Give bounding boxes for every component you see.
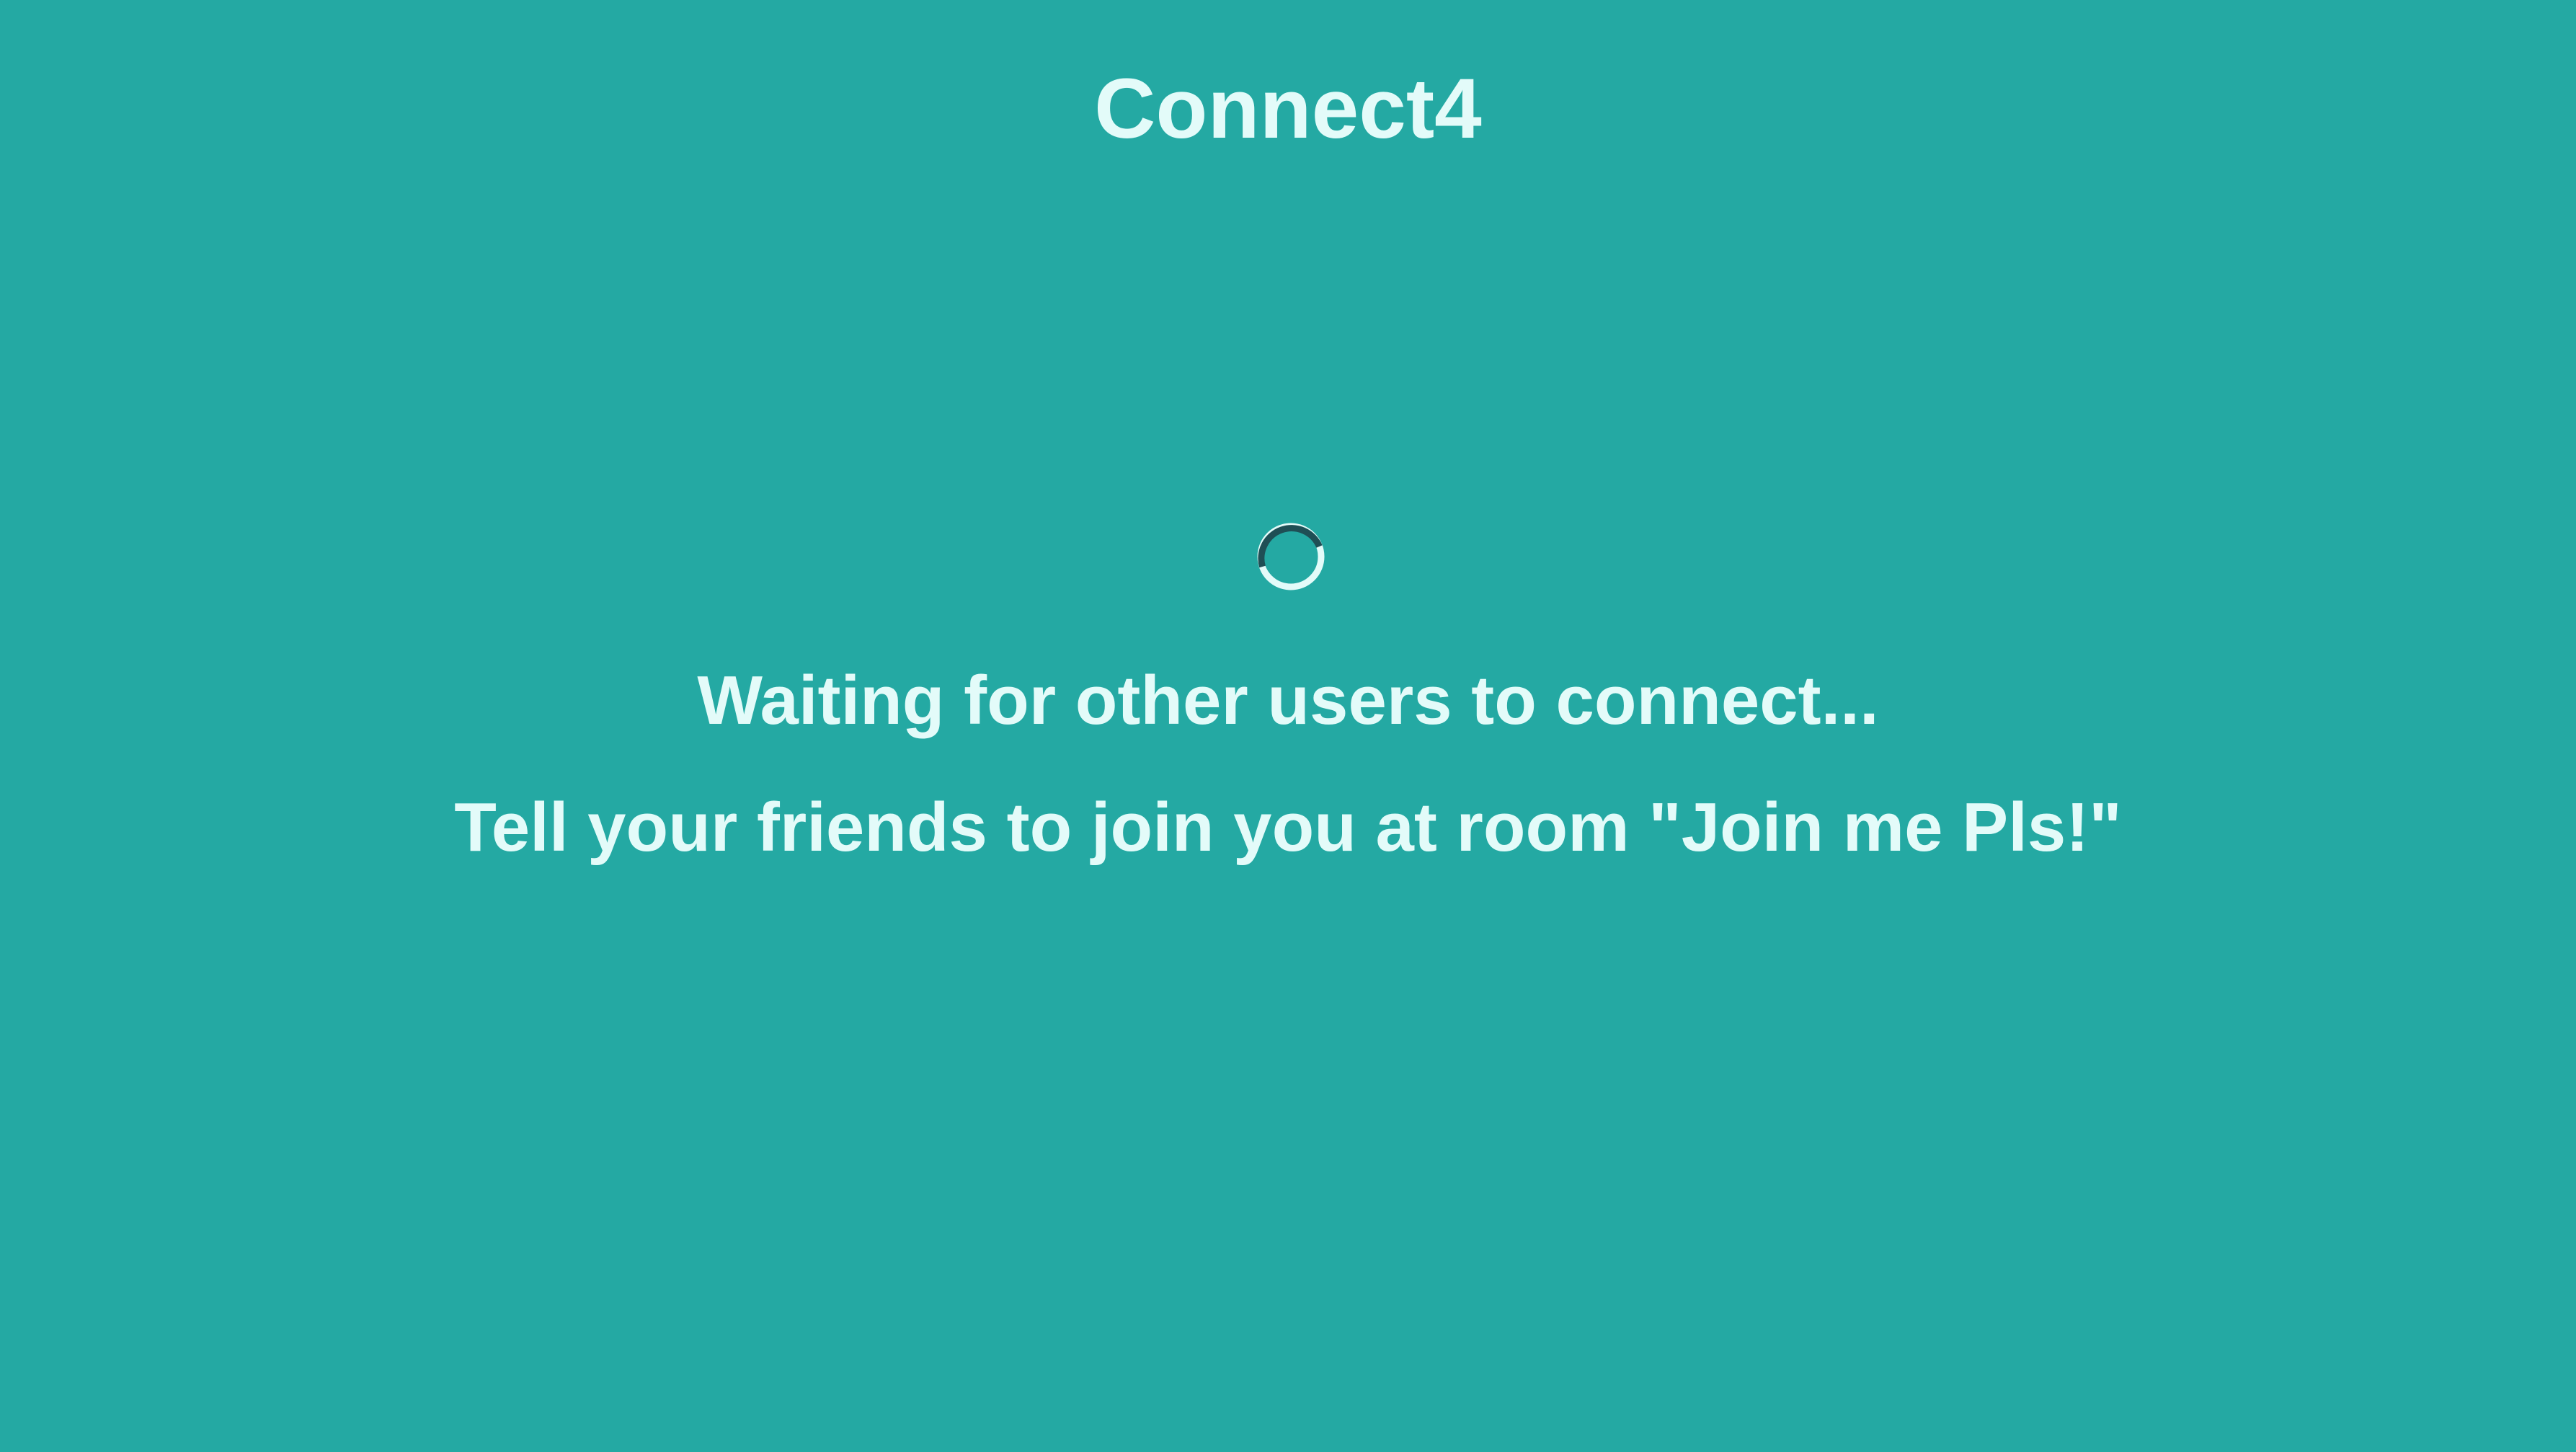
waiting-status-text: Waiting for other users to connect... [697,662,1879,739]
room-invite-text: Tell your friends to join you at room "J… [454,789,2122,866]
app-title: Connect4 [1094,61,1482,156]
loading-spinner-icon [1255,521,1327,593]
